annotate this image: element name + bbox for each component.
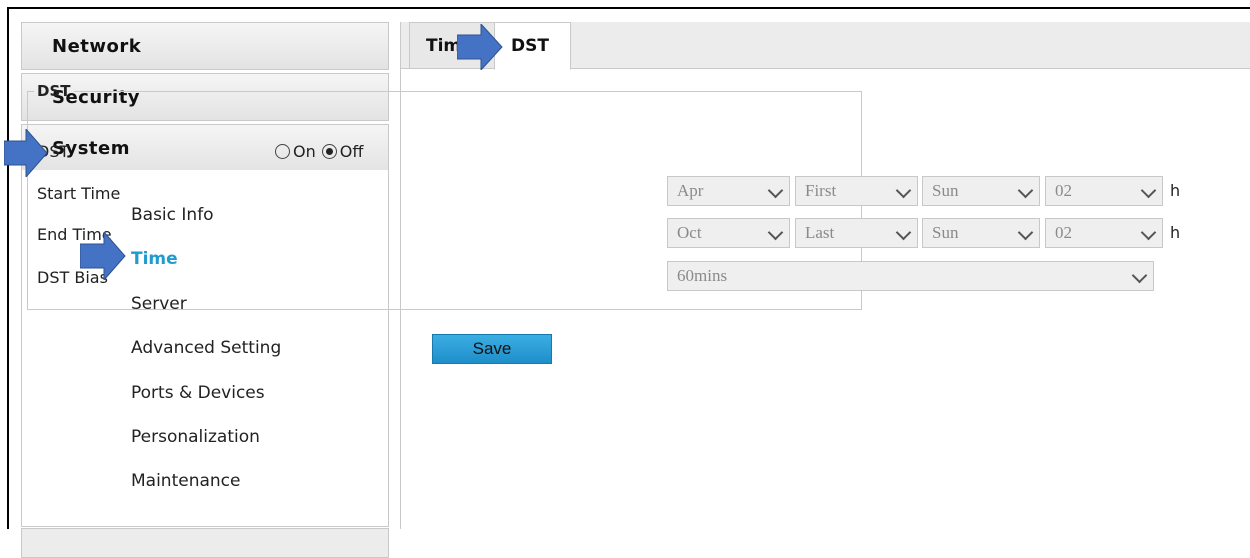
- chevron-down-icon: [767, 182, 784, 199]
- end-day-select[interactable]: Sun: [922, 218, 1040, 248]
- select-value: Sun: [932, 181, 959, 200]
- select-value: Apr: [677, 181, 704, 200]
- chevron-down-icon: [1017, 224, 1034, 241]
- tab-dst[interactable]: DST: [494, 22, 571, 70]
- start-week-select[interactable]: First: [795, 176, 918, 206]
- dst-on-radio[interactable]: [275, 144, 290, 159]
- chevron-down-icon: [895, 224, 912, 241]
- chevron-down-icon: [1140, 224, 1157, 241]
- dst-off-label[interactable]: Off: [340, 142, 364, 161]
- dst-radio-group: On Off: [275, 142, 369, 161]
- start-day-select[interactable]: Sun: [922, 176, 1040, 206]
- sidebar-section-label: Network: [52, 35, 142, 57]
- sidebar-item-ports-devices[interactable]: Ports & Devices: [131, 383, 265, 403]
- select-value: Sun: [932, 223, 959, 242]
- end-week-select[interactable]: Last: [795, 218, 918, 248]
- chevron-down-icon: [1140, 182, 1157, 199]
- dst-on-label[interactable]: On: [293, 142, 316, 161]
- annotation-arrow-icon: [4, 129, 48, 177]
- sidebar-item-advanced-setting[interactable]: Advanced Setting: [131, 338, 281, 358]
- dst-bias-select[interactable]: 60mins: [667, 261, 1154, 291]
- select-value: Last: [805, 223, 835, 242]
- chevron-down-icon: [767, 224, 784, 241]
- dst-off-radio[interactable]: [321, 144, 337, 159]
- save-button[interactable]: Save: [432, 334, 552, 364]
- end-hour-unit: h: [1170, 223, 1181, 242]
- chevron-down-icon: [895, 182, 912, 199]
- tab-label: Tim: [426, 35, 462, 56]
- sidebar-item-maintenance[interactable]: Maintenance: [131, 471, 240, 491]
- tab-bar: Tim DST: [401, 22, 1250, 70]
- dst-fieldset-legend: DST: [37, 82, 71, 100]
- chevron-down-icon: [1131, 267, 1148, 284]
- start-hour-unit: h: [1170, 181, 1181, 200]
- select-value: Oct: [677, 223, 702, 242]
- sidebar-item-personalization[interactable]: Personalization: [131, 427, 260, 447]
- sidebar-section-network[interactable]: Network: [21, 22, 389, 70]
- select-value: 60mins: [677, 266, 728, 285]
- chevron-down-icon: [1017, 182, 1034, 199]
- select-value: 02: [1055, 181, 1072, 200]
- end-hour-select[interactable]: 02: [1045, 218, 1163, 248]
- select-value: 02: [1055, 223, 1072, 242]
- tab-label: DST: [511, 36, 549, 56]
- start-month-select[interactable]: Apr: [667, 176, 790, 206]
- start-hour-select[interactable]: 02: [1045, 176, 1163, 206]
- end-month-select[interactable]: Oct: [667, 218, 790, 248]
- annotation-arrow-icon: [80, 232, 126, 280]
- select-value: First: [805, 181, 837, 200]
- start-time-label: Start Time: [37, 184, 121, 203]
- annotation-arrow-icon: [457, 24, 503, 70]
- sidebar-section-collapsed[interactable]: [21, 528, 389, 558]
